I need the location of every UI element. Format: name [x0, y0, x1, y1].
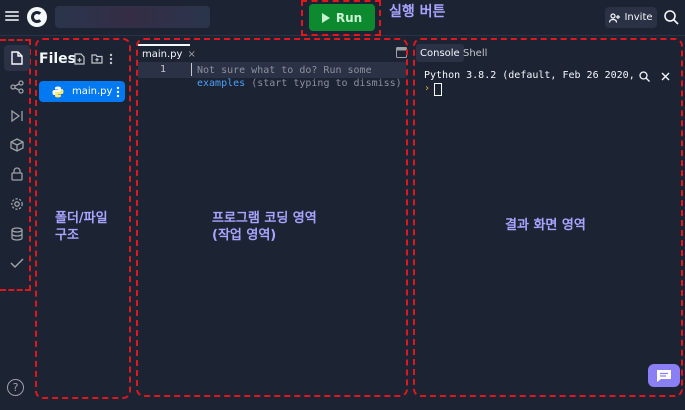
- check-icon: [10, 258, 24, 269]
- share-icon: [10, 80, 24, 94]
- run-button[interactable]: Run: [309, 4, 375, 31]
- debugger-icon: [11, 109, 23, 123]
- repl-name-blurred[interactable]: [55, 6, 210, 28]
- database-icon: [11, 227, 23, 241]
- file-icon: [11, 51, 23, 65]
- files-annotation-label: 폴더/파일 구조: [55, 211, 108, 243]
- invite-label: Invite: [624, 12, 653, 23]
- rail-database[interactable]: [4, 221, 30, 247]
- add-user-icon: [609, 12, 621, 23]
- help-icon[interactable]: ?: [7, 379, 24, 396]
- menu-icon[interactable]: [5, 9, 19, 23]
- run-annotation-label: 실행 버튼: [389, 4, 446, 20]
- editor-annotation-label: 프로그램 코딩 영역 (작업 영역): [212, 211, 317, 243]
- console-annotation-label: 결과 화면 영역: [505, 218, 586, 233]
- play-icon: [321, 12, 330, 23]
- rail-settings[interactable]: [4, 191, 30, 217]
- invite-button[interactable]: Invite: [605, 7, 657, 28]
- lock-icon: [11, 167, 23, 181]
- chat-icon: [657, 369, 671, 382]
- rail-share[interactable]: [4, 74, 30, 100]
- rail-tests[interactable]: [4, 250, 30, 276]
- rail-files[interactable]: [4, 45, 30, 71]
- rail-secrets[interactable]: [4, 161, 30, 187]
- run-label: Run: [335, 10, 363, 25]
- gear-icon: [11, 198, 23, 210]
- search-icon[interactable]: [663, 9, 679, 25]
- rail-debugger[interactable]: [4, 103, 30, 129]
- replit-logo[interactable]: [27, 7, 47, 27]
- chat-button[interactable]: [648, 364, 680, 387]
- rail-packages[interactable]: [4, 132, 30, 158]
- package-icon: [10, 138, 24, 152]
